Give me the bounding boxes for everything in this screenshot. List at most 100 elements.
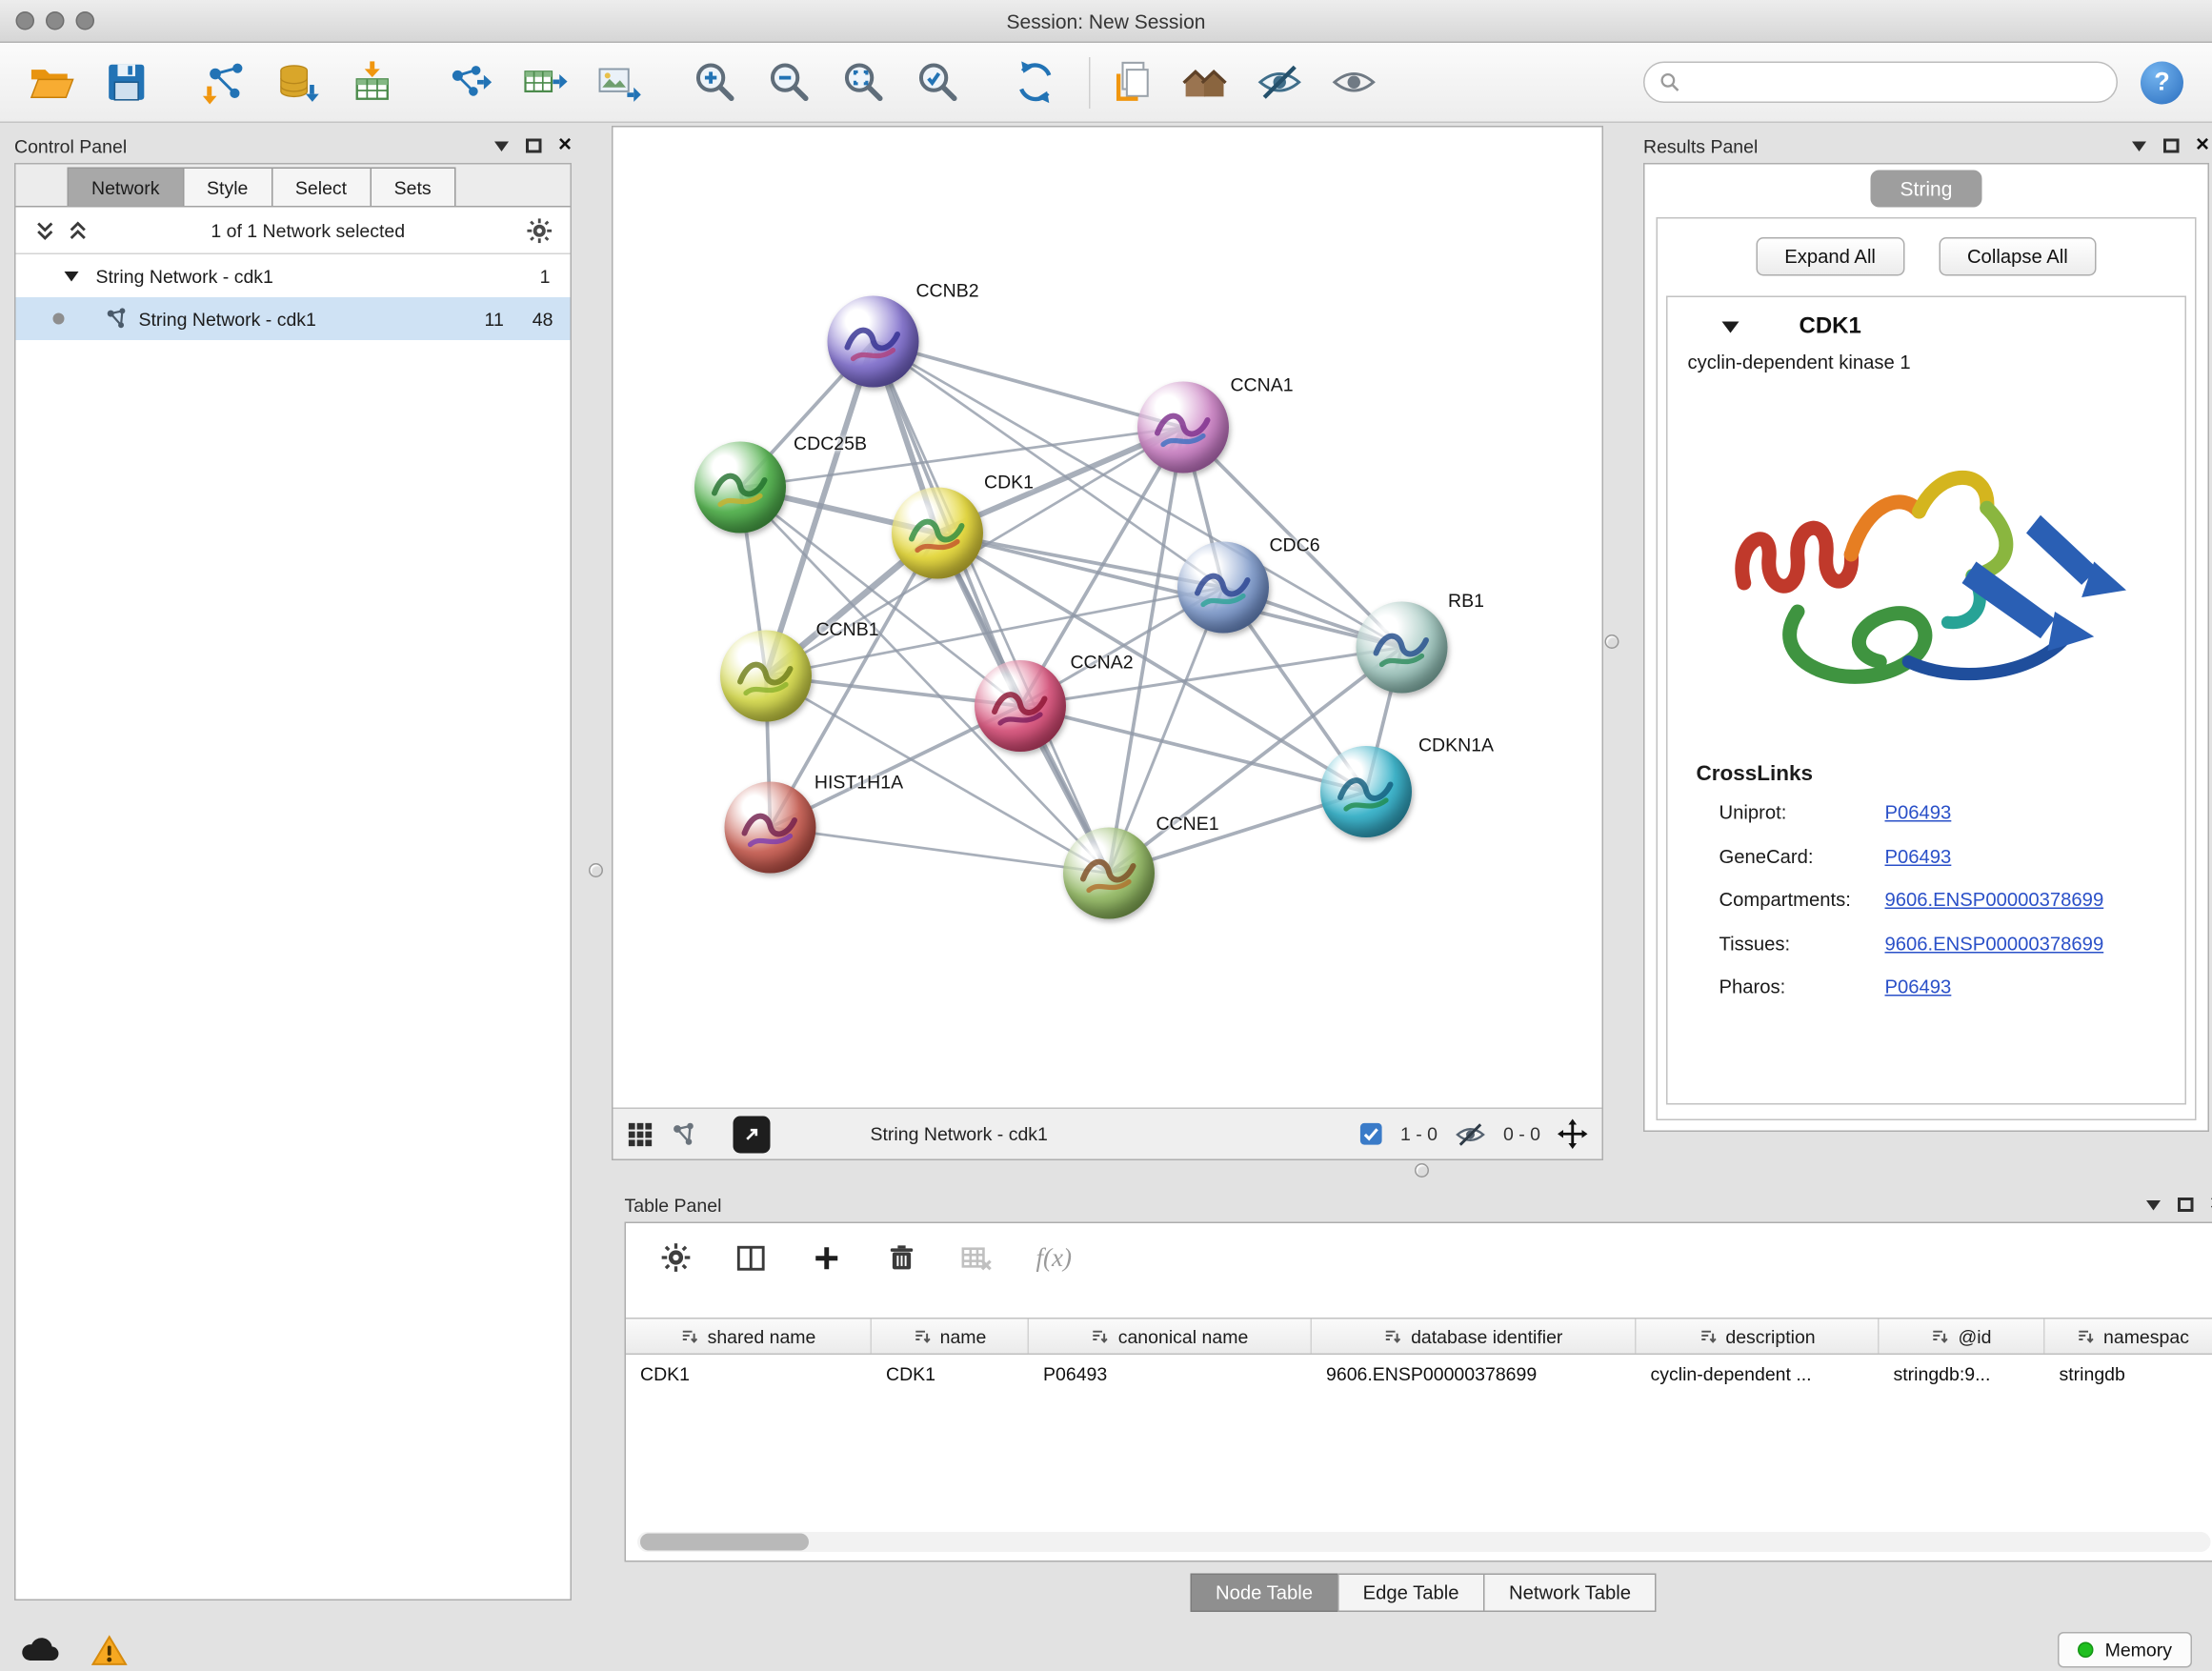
splitter-handle[interactable] [1605, 634, 1619, 649]
function-builder-icon[interactable]: f(x) [1036, 1242, 1072, 1273]
birds-eye-icon[interactable] [671, 1119, 699, 1148]
collapse-panel-icon[interactable] [2145, 1199, 2160, 1217]
tab-select[interactable]: Select [271, 168, 371, 207]
crosshair-icon[interactable] [1558, 1119, 1588, 1150]
import-network-file-button[interactable] [191, 50, 254, 113]
hide-selected-button[interactable] [1248, 50, 1311, 113]
show-columns-icon[interactable] [734, 1241, 768, 1275]
network-node-CDKN1A[interactable] [1320, 746, 1412, 837]
crosslink-link[interactable]: 9606.ENSP00000378699 [1885, 922, 2104, 966]
expand-all-button[interactable]: Expand All [1756, 237, 1904, 276]
column-header-database-identifier[interactable]: database identifier [1312, 1319, 1637, 1354]
network-node-CCNA1[interactable] [1137, 382, 1229, 473]
export-image-button[interactable] [586, 50, 649, 113]
close-panel-icon[interactable]: × [558, 134, 572, 157]
tab-string-results[interactable]: String [1871, 171, 1982, 208]
table-row[interactable]: CDK1 CDK1 P06493 9606.ENSP00000378699 cy… [626, 1355, 2212, 1394]
column-header-name[interactable]: name [872, 1319, 1029, 1354]
tree-expander-icon[interactable] [65, 271, 79, 288]
show-all-button[interactable] [1322, 50, 1385, 113]
network-node-CCNE1[interactable] [1063, 828, 1155, 919]
help-button[interactable]: ? [2141, 61, 2183, 104]
apply-layout-button[interactable] [1003, 50, 1066, 113]
column-header-namespace[interactable]: namespac [2045, 1319, 2212, 1354]
splitter-handle[interactable] [1415, 1163, 1429, 1178]
open-session-button[interactable] [20, 50, 83, 113]
hidden-eye-icon[interactable] [1455, 1119, 1486, 1148]
crosslink-link[interactable]: P06493 [1885, 966, 1952, 1010]
network-collection-row[interactable]: String Network - cdk1 1 [16, 254, 571, 297]
network-row-selected[interactable]: String Network - cdk1 11 48 [16, 297, 571, 340]
delete-table-icon[interactable] [960, 1241, 994, 1275]
expand-all-icon[interactable] [66, 218, 90, 243]
close-panel-icon[interactable]: × [2196, 134, 2209, 157]
network-node-CDK1[interactable] [892, 488, 983, 579]
float-panel-icon[interactable] [2177, 1198, 2193, 1212]
zoom-fit-button[interactable] [832, 50, 895, 113]
column-header-shared-name[interactable]: shared name [626, 1319, 872, 1354]
grid-view-icon[interactable] [628, 1121, 654, 1147]
save-session-button[interactable] [94, 50, 157, 113]
column-header-id[interactable]: @id [1880, 1319, 2045, 1354]
tab-network[interactable]: Network [68, 168, 185, 207]
selected-checkbox-icon[interactable] [1358, 1122, 1383, 1147]
network-canvas[interactable]: CCNB2CCNA1CDC25BCDK1CDC6RB1CCNB1CCNA2CDK… [613, 128, 1602, 1108]
cloud-icon[interactable] [20, 1635, 60, 1665]
maximize-window-icon[interactable] [76, 11, 95, 30]
tab-network-table[interactable]: Network Table [1483, 1574, 1657, 1613]
network-node-CCNA2[interactable] [975, 660, 1066, 752]
float-panel-icon[interactable] [525, 139, 541, 153]
add-column-icon[interactable] [811, 1241, 844, 1275]
gene-header-row[interactable]: CDK1 [1668, 297, 2185, 346]
collapse-all-button[interactable]: Collapse All [1939, 237, 2097, 276]
column-header-description[interactable]: description [1637, 1319, 1880, 1354]
collapse-section-icon[interactable] [1722, 322, 1739, 342]
zoom-selected-button[interactable] [906, 50, 969, 113]
cell-canonical-name[interactable]: P06493 [1029, 1355, 1312, 1394]
tab-node-table[interactable]: Node Table [1190, 1574, 1338, 1613]
cell-id[interactable]: stringdb:9... [1880, 1355, 2045, 1394]
search-box[interactable] [1643, 62, 2118, 104]
export-network-button[interactable] [437, 50, 500, 113]
scrollbar-thumb[interactable] [640, 1534, 809, 1551]
clipboard-button[interactable] [1099, 50, 1162, 113]
home-button[interactable] [1174, 50, 1237, 113]
search-input[interactable] [1689, 71, 2102, 93]
gear-icon[interactable] [660, 1242, 692, 1274]
horizontal-scrollbar[interactable] [637, 1532, 2211, 1552]
network-node-CCNB2[interactable] [828, 296, 919, 388]
memory-button[interactable]: Memory [2058, 1632, 2192, 1668]
zoom-out-button[interactable] [757, 50, 820, 113]
cell-name[interactable]: CDK1 [872, 1355, 1029, 1394]
tab-sets[interactable]: Sets [370, 168, 455, 207]
cell-namespace[interactable]: stringdb [2045, 1355, 2212, 1394]
trash-icon[interactable] [886, 1242, 917, 1274]
crosslink-link[interactable]: P06493 [1885, 792, 1952, 836]
import-network-database-button[interactable] [266, 50, 329, 113]
minimize-window-icon[interactable] [46, 11, 65, 30]
collapse-panel-icon[interactable] [493, 141, 508, 158]
network-node-RB1[interactable] [1357, 602, 1448, 694]
tab-style[interactable]: Style [183, 168, 272, 207]
network-node-CDC25B[interactable] [694, 442, 786, 534]
crosslink-link[interactable]: P06493 [1885, 836, 1952, 879]
close-window-icon[interactable] [16, 11, 35, 30]
network-node-HIST1H1A[interactable] [725, 782, 816, 874]
network-node-CCNB1[interactable] [720, 631, 812, 722]
export-table-button[interactable] [512, 50, 574, 113]
gear-icon[interactable] [526, 216, 553, 244]
zoom-in-button[interactable] [683, 50, 746, 113]
cell-description[interactable]: cyclin-dependent ... [1637, 1355, 1880, 1394]
import-table-button[interactable] [340, 50, 403, 113]
crosslink-link[interactable]: 9606.ENSP00000378699 [1885, 879, 2104, 923]
column-header-canonical-name[interactable]: canonical name [1029, 1319, 1312, 1354]
collapse-all-icon[interactable] [33, 218, 58, 243]
cell-shared-name[interactable]: CDK1 [626, 1355, 872, 1394]
splitter-handle[interactable] [589, 863, 603, 877]
network-node-CDC6[interactable] [1177, 542, 1269, 634]
open-in-new-icon[interactable] [734, 1116, 771, 1153]
collapse-panel-icon[interactable] [2131, 141, 2145, 158]
cell-database-identifier[interactable]: 9606.ENSP00000378699 [1312, 1355, 1637, 1394]
tab-edge-table[interactable]: Edge Table [1337, 1574, 1485, 1613]
float-panel-icon[interactable] [2162, 139, 2179, 153]
